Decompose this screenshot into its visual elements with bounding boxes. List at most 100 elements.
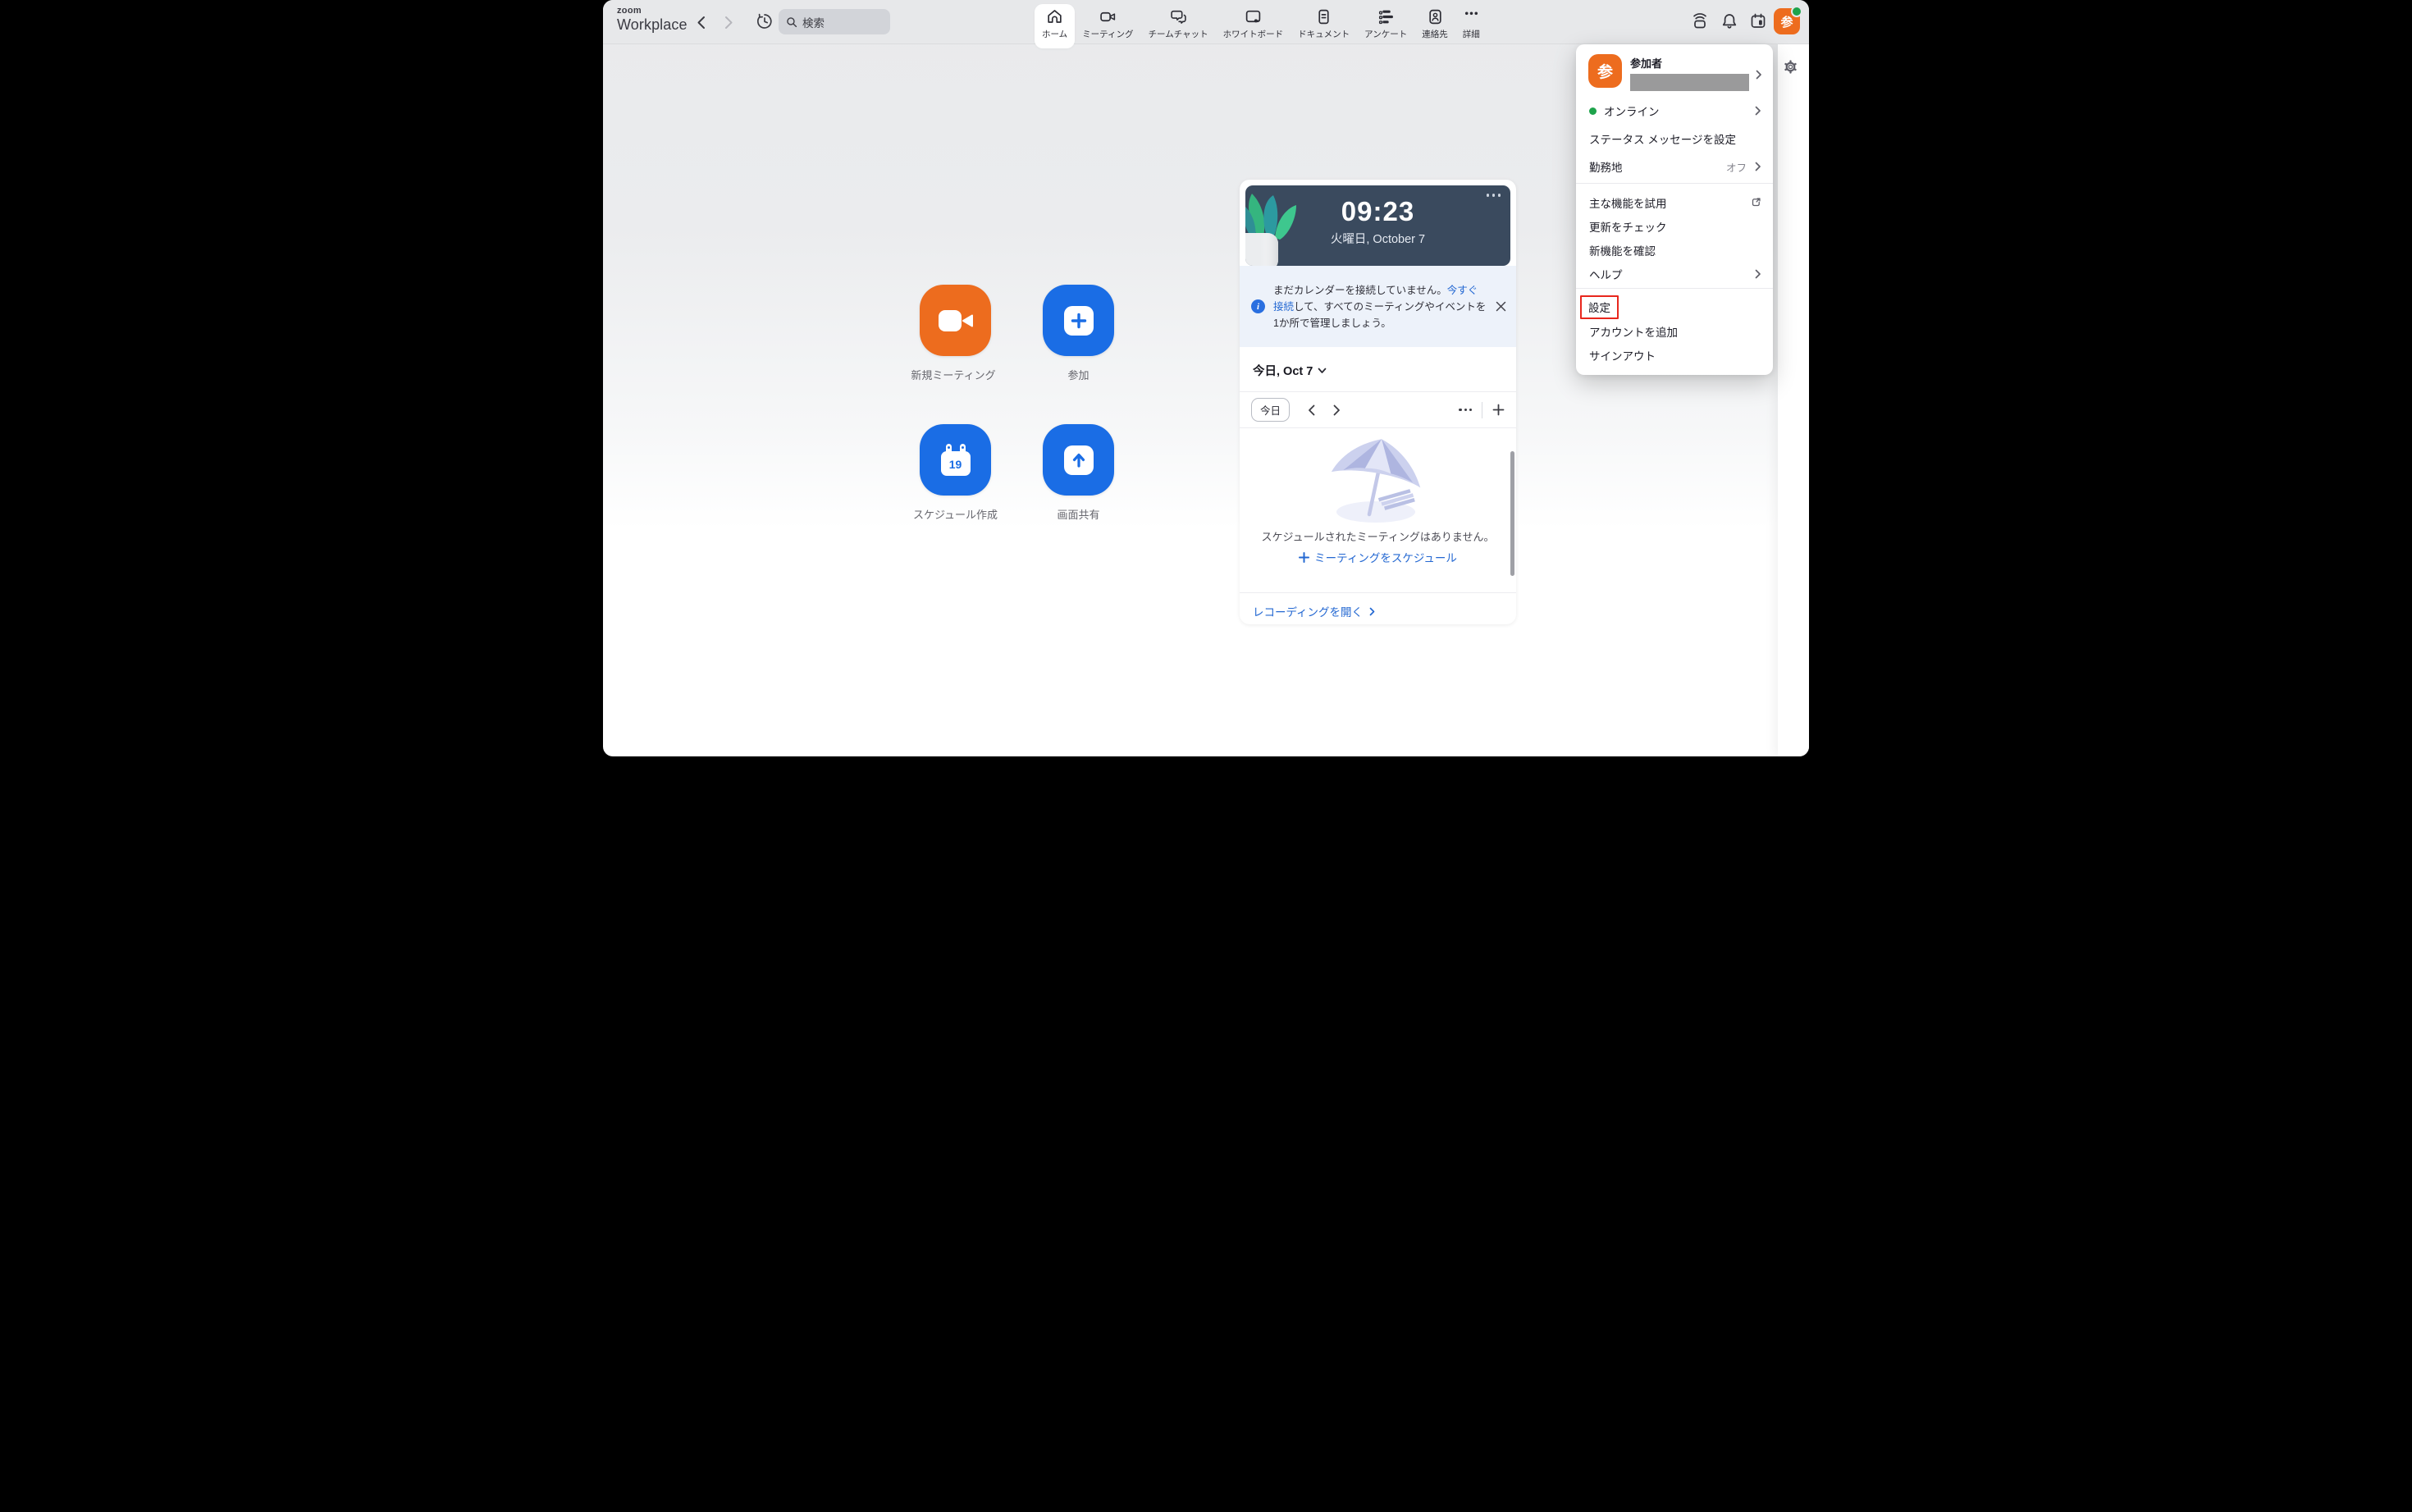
menu-item-whats-new[interactable]: 新機能を確認: [1576, 238, 1773, 262]
chevron-down-icon: [1318, 368, 1327, 374]
tab-whiteboard[interactable]: ホワイトボード: [1216, 4, 1291, 48]
add-event-button[interactable]: [1492, 404, 1505, 416]
external-link-icon: [1751, 197, 1761, 208]
forward-button[interactable]: [719, 13, 738, 31]
plus-icon: [1299, 552, 1309, 563]
tab-label: チームチャット: [1149, 28, 1208, 40]
join-label: 参加: [1067, 367, 1089, 382]
clock-date: 火曜日, October 7: [1245, 230, 1510, 247]
schedule-meeting-label: ミーティングをスケジュール: [1314, 549, 1457, 565]
more-ellipsis-icon: [1463, 8, 1480, 25]
chevron-right-icon: [1335, 405, 1340, 414]
scrollbar[interactable]: [1510, 451, 1514, 576]
new-meeting-tile[interactable]: [920, 285, 991, 356]
tab-team-chat[interactable]: チームチャット: [1141, 4, 1216, 48]
home-icon: [1046, 8, 1063, 25]
menu-item-try-features[interactable]: 主な機能を試用: [1576, 190, 1773, 214]
chat-bubbles-icon: [1170, 8, 1187, 25]
recent-history-button[interactable]: [756, 12, 774, 30]
open-recordings-link[interactable]: レコーディングを開く: [1253, 603, 1375, 619]
search-input[interactable]: 検索: [779, 9, 890, 34]
next-day-button[interactable]: [1333, 404, 1341, 416]
chevron-left-icon: [698, 17, 704, 28]
search-placeholder: 検索: [802, 14, 825, 30]
profile-email-redacted: [1630, 74, 1749, 91]
menu-item-status[interactable]: オンライン: [1576, 97, 1773, 125]
contact-card-icon: [1427, 8, 1444, 25]
notice-text: まだカレンダーを接続していません。今すぐ接続して、すべてのミーティングやイベント…: [1273, 282, 1487, 331]
tab-home[interactable]: ホーム: [1035, 4, 1075, 48]
profile-menu: 参 参加者 オンライン ステータス メッセージを設定 勤務地 オフ: [1576, 44, 1773, 375]
tab-meetings[interactable]: ミーティング: [1075, 4, 1140, 48]
share-screen-label: 画面共有: [1057, 506, 1099, 522]
chevron-right-icon: [1755, 269, 1761, 279]
work-location-value: オフ: [1726, 159, 1747, 175]
back-button[interactable]: [692, 13, 710, 31]
online-status-dot: [1589, 107, 1597, 115]
tab-label: アンケート: [1364, 28, 1407, 40]
menu-item-settings[interactable]: 設定: [1576, 295, 1773, 319]
menu-item-help[interactable]: ヘルプ: [1576, 262, 1773, 285]
tab-more[interactable]: 詳細: [1455, 4, 1487, 48]
date-header-dropdown[interactable]: 今日, Oct 7: [1253, 362, 1327, 379]
share-screen-tile[interactable]: [1043, 424, 1114, 496]
join-meeting-button[interactable]: 参加: [1043, 285, 1114, 382]
divider: [1240, 427, 1516, 428]
survey-poll-icon: [1377, 8, 1395, 25]
annotation-highlight-box: 設定: [1580, 295, 1619, 319]
tab-label: ホワイトボード: [1223, 28, 1284, 40]
main-tabs: ホーム ミーティング チームチャット ホワイトボード ドキュメント アンケート: [1035, 0, 1487, 43]
gear-icon: [1784, 60, 1798, 74]
zoom-workplace-window: zoom Workplace 検索 ホーム: [603, 0, 1809, 756]
search-icon: [786, 16, 797, 28]
home-calendar-card: 09:23 火曜日, October 7 i まだカレンダーを接続していません。…: [1240, 180, 1516, 624]
menu-item-set-status-message[interactable]: ステータス メッセージを設定: [1576, 125, 1773, 153]
whiteboard-icon: [1245, 8, 1262, 25]
profile-avatar[interactable]: 参: [1774, 8, 1800, 34]
zoom-workplace-logo: zoom Workplace: [617, 7, 688, 32]
tab-surveys[interactable]: アンケート: [1357, 4, 1414, 48]
schedule-button[interactable]: 19 スケジュール作成: [920, 424, 991, 522]
calendar-toolbar: 今日: [1240, 392, 1516, 427]
chevron-right-icon: [726, 17, 732, 28]
profile-menu-header[interactable]: 参 参加者: [1576, 44, 1773, 97]
today-button[interactable]: 今日: [1251, 398, 1290, 422]
no-meetings-message: スケジュールされたミーティングはありません。: [1240, 528, 1516, 544]
calendar-more-button[interactable]: [1459, 409, 1472, 411]
join-tile[interactable]: [1043, 285, 1114, 356]
share-screen-button[interactable]: 画面共有: [1043, 424, 1114, 522]
tab-docs[interactable]: ドキュメント: [1291, 4, 1357, 48]
notice-close-button[interactable]: [1496, 301, 1506, 312]
tab-contacts[interactable]: 連絡先: [1414, 4, 1455, 48]
avatar: 参: [1588, 54, 1622, 88]
device-cast-icon: [1690, 11, 1710, 31]
schedule-tile[interactable]: 19: [920, 424, 991, 496]
menu-item-sign-out[interactable]: サインアウト: [1576, 343, 1773, 367]
chevron-right-icon: [1369, 607, 1375, 616]
notifications-button[interactable]: [1720, 11, 1739, 31]
schedule-meeting-link[interactable]: ミーティングをスケジュール: [1240, 549, 1516, 565]
logo-zoom-text: zoom: [617, 7, 688, 16]
video-camera-icon: [1099, 8, 1117, 25]
document-icon: [1315, 8, 1332, 25]
chevron-right-icon: [1755, 162, 1761, 171]
header-bar: zoom Workplace 検索 ホーム: [603, 0, 1809, 44]
clock-card-more-button[interactable]: [1487, 194, 1501, 197]
tab-label: ドキュメント: [1298, 28, 1350, 40]
new-meeting-button[interactable]: 新規ミーティング: [920, 285, 991, 382]
plus-icon: [1064, 306, 1094, 336]
menu-divider: [1576, 183, 1773, 184]
logo-workplace-text: Workplace: [617, 17, 688, 32]
plus-icon: [1492, 404, 1505, 416]
profile-name: 参加者: [1630, 55, 1749, 71]
menu-item-work-location[interactable]: 勤務地 オフ: [1576, 153, 1773, 180]
schedule-label: スケジュール作成: [913, 506, 998, 522]
chevron-left-icon: [1309, 405, 1314, 414]
customize-home-button[interactable]: [1784, 60, 1798, 74]
menu-item-check-updates[interactable]: 更新をチェック: [1576, 214, 1773, 238]
close-icon: [1496, 301, 1506, 312]
calendar-button[interactable]: [1748, 11, 1768, 31]
prev-day-button[interactable]: [1308, 404, 1315, 416]
connect-device-button[interactable]: [1690, 11, 1710, 31]
menu-item-add-account[interactable]: アカウントを追加: [1576, 319, 1773, 343]
